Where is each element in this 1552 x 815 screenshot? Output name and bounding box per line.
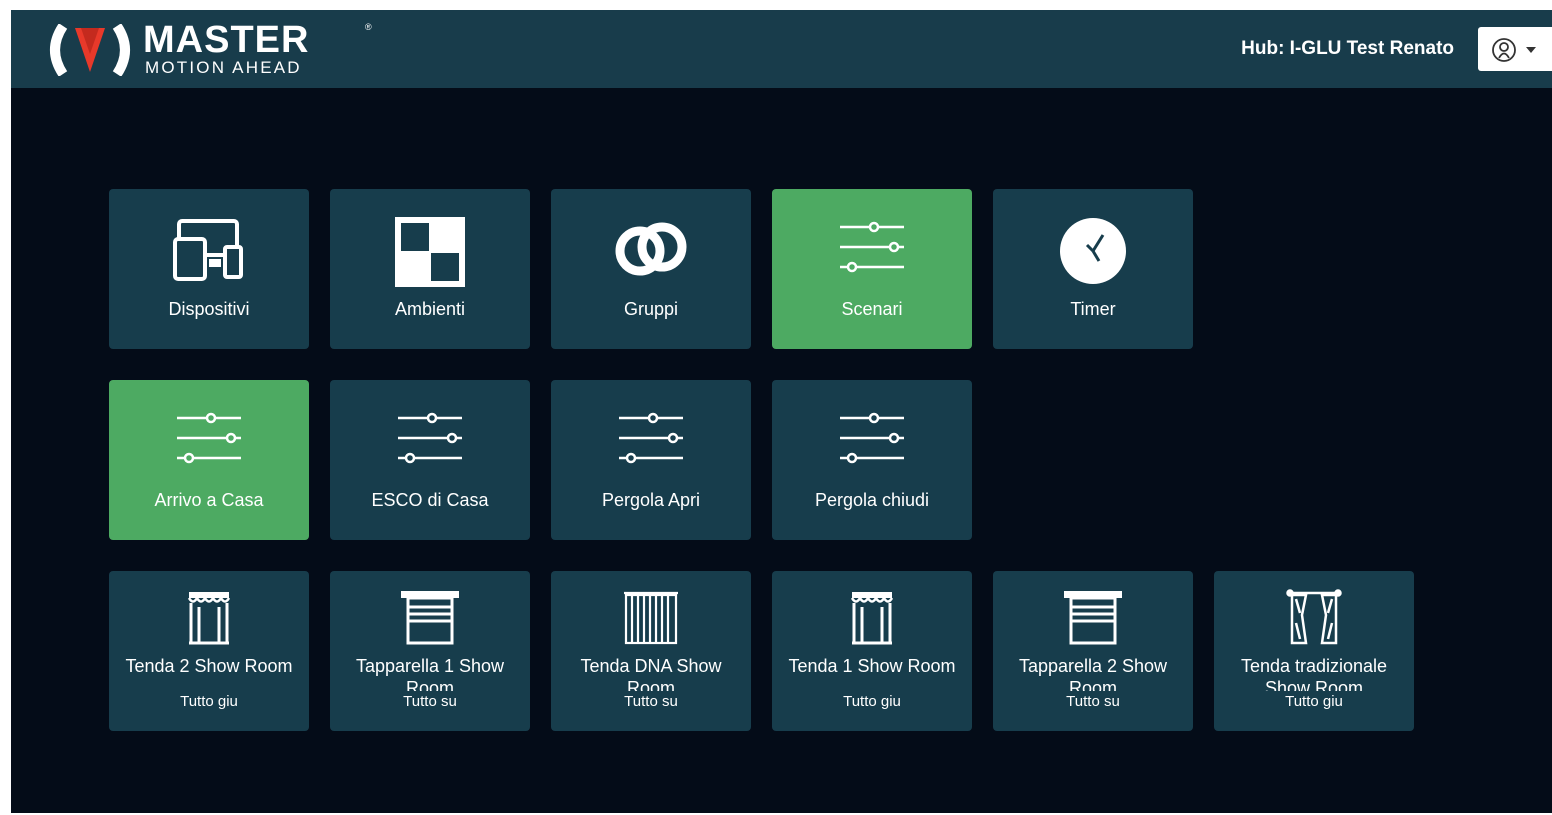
device-tile-tenda-1[interactable]: Tenda 1 Show Room Tutto giu xyxy=(772,571,972,731)
device-tile-tapparella-1[interactable]: Tapparella 1 Show Room Tutto su xyxy=(330,571,530,731)
device-tile-status: Tutto giu xyxy=(1285,693,1343,710)
device-tile-status: Tutto giu xyxy=(843,693,901,710)
scenario-tile-pergola-chiudi[interactable]: Pergola chiudi xyxy=(772,380,972,540)
scenario-tile-label: Pergola Apri xyxy=(601,490,701,510)
sliders-icon xyxy=(396,412,464,464)
roller-shutter-icon xyxy=(1062,589,1124,645)
device-tile-label: Tenda 1 Show Room xyxy=(788,656,956,676)
roller-shutter-icon xyxy=(399,589,461,645)
rooms-icon xyxy=(395,217,465,287)
device-tile-tapparella-2[interactable]: Tapparella 2 Show Room Tutto su xyxy=(993,571,1193,731)
curtain-icon xyxy=(1286,589,1342,645)
device-tile-tenda-tradizionale[interactable]: Tenda tradizionale Show Room Tutto giu xyxy=(1214,571,1414,731)
devices-icon xyxy=(173,219,243,281)
menu-tile-gruppi[interactable]: Gruppi xyxy=(551,189,751,349)
sliders-icon xyxy=(175,412,243,464)
app-window: MASTER ® MOTION AHEAD Hub: I-GLU Test Re… xyxy=(11,10,1552,813)
menu-tile-timer[interactable]: Timer xyxy=(993,189,1193,349)
device-tile-label: Tapparella 2 Show Room xyxy=(1018,656,1168,691)
awning-icon xyxy=(850,590,894,645)
sliders-icon xyxy=(838,412,906,464)
menu-tile-label: Gruppi xyxy=(623,299,679,319)
device-tile-label: Tenda DNA Show Room xyxy=(580,656,722,691)
scenario-tile-label: Pergola chiudi xyxy=(814,490,930,510)
device-tile-status: Tutto su xyxy=(624,693,678,710)
device-tile-label: Tenda 2 Show Room xyxy=(125,656,293,676)
menu-tile-label: Timer xyxy=(1070,299,1116,319)
user-circle-icon xyxy=(1492,38,1516,62)
logo-title: MASTER xyxy=(143,19,310,61)
device-tile-status: Tutto giu xyxy=(180,693,238,710)
scenario-tile-arrivo-a-casa[interactable]: Arrivo a Casa xyxy=(109,380,309,540)
logo-registered-mark: ® xyxy=(365,22,372,32)
sliders-icon xyxy=(838,221,906,273)
device-tile-label: Tapparella 1 Show Room xyxy=(355,656,505,691)
hub-label: Hub: I-GLU Test Renato xyxy=(1241,38,1454,59)
menu-tile-label: Ambienti xyxy=(394,299,466,319)
sliders-icon xyxy=(617,412,685,464)
logo-mark-icon xyxy=(50,24,130,76)
device-tile-tenda-2[interactable]: Tenda 2 Show Room Tutto giu xyxy=(109,571,309,731)
groups-icon xyxy=(615,222,687,276)
device-tile-tenda-dna[interactable]: Tenda DNA Show Room Tutto su xyxy=(551,571,751,731)
menu-tile-ambienti[interactable]: Ambienti xyxy=(330,189,530,349)
user-menu-button[interactable] xyxy=(1478,27,1552,71)
device-tile-label: Tenda tradizionale Show Room xyxy=(1240,656,1388,691)
scenario-tile-esco-di-casa[interactable]: ESCO di Casa xyxy=(330,380,530,540)
menu-tile-label: Dispositivi xyxy=(168,299,250,319)
menu-tile-dispositivi[interactable]: Dispositivi xyxy=(109,189,309,349)
vertical-blind-icon xyxy=(622,591,680,645)
device-tile-status: Tutto su xyxy=(403,693,457,710)
device-tile-status: Tutto su xyxy=(1066,693,1120,710)
scenario-tile-pergola-apri[interactable]: Pergola Apri xyxy=(551,380,751,540)
menu-tile-label: Scenari xyxy=(841,299,903,319)
top-bar: MASTER ® MOTION AHEAD Hub: I-GLU Test Re… xyxy=(11,10,1552,88)
logo-tagline: MOTION AHEAD xyxy=(145,58,302,77)
clock-icon xyxy=(1060,218,1126,284)
scenario-tile-label: ESCO di Casa xyxy=(371,490,489,510)
awning-icon xyxy=(187,590,231,645)
chevron-down-icon xyxy=(1526,47,1536,53)
menu-tile-scenari[interactable]: Scenari xyxy=(772,189,972,349)
scenario-tile-label: Arrivo a Casa xyxy=(154,490,264,510)
